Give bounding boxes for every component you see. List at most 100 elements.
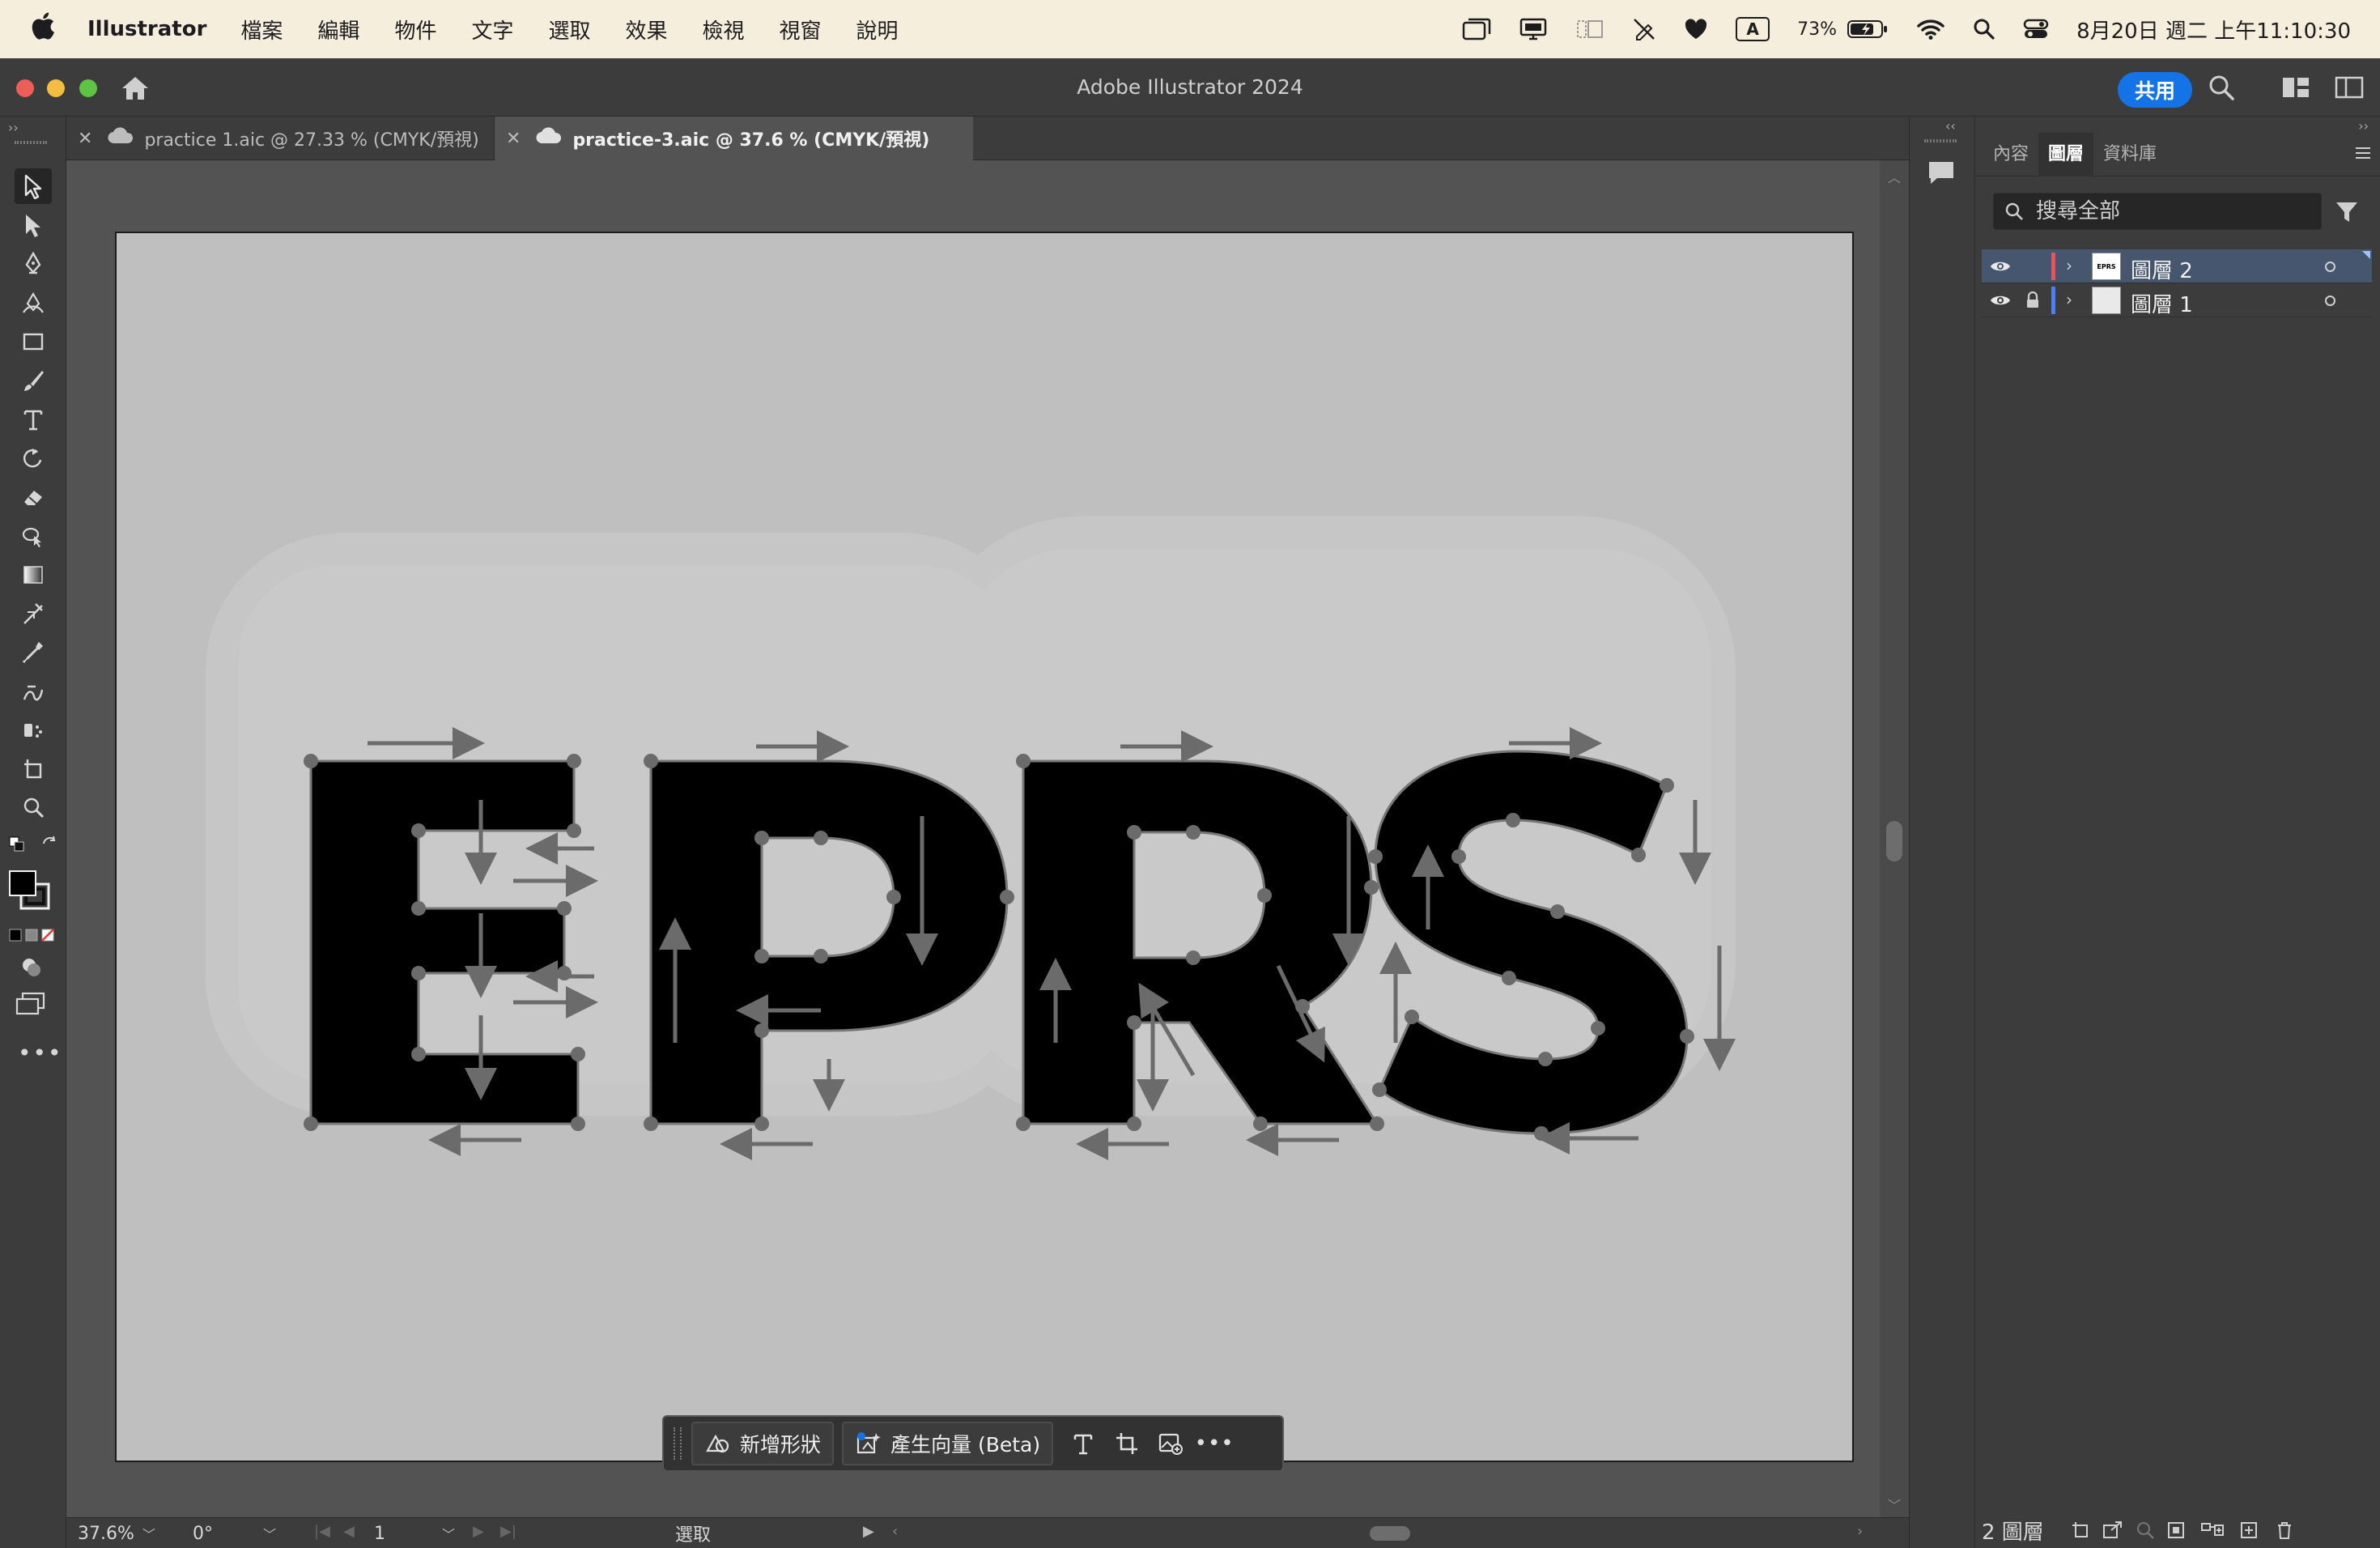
swap-fill-stroke-icon[interactable] [40,836,58,857]
curvature-tool-icon[interactable] [15,285,52,321]
last-artboard-icon[interactable]: ▶| [500,1523,516,1540]
menu-window[interactable]: 視窗 [780,15,822,45]
menu-edit[interactable]: 編輯 [317,15,359,45]
taskbar-grip[interactable] [674,1427,682,1460]
collect-for-export-icon[interactable] [2071,1520,2093,1543]
collapse-toolbar-icon[interactable]: ›› [8,120,19,135]
chevron-down-icon[interactable]: ﹀ [142,1524,155,1543]
vertical-scroll-thumb[interactable] [1886,821,1902,861]
type-tool-icon[interactable] [15,402,52,437]
delete-layer-icon[interactable] [2275,1520,2294,1543]
visibility-eye-icon[interactable] [1990,259,2011,277]
expand-layer-icon[interactable]: › [2066,256,2072,275]
artboard-number-field[interactable]: 1 ﹀ [374,1521,504,1546]
menu-file[interactable]: 檔案 [240,15,283,45]
close-tab-icon[interactable]: ✕ [506,129,521,149]
gradient-tool-icon[interactable] [15,557,52,593]
rotation-field[interactable]: 0° ﹀ [193,1521,314,1546]
spotlight-search-icon[interactable] [1973,18,1995,40]
export-icon[interactable] [2102,1520,2124,1543]
layer-search-input[interactable] [2036,199,2295,223]
battery-icon[interactable] [1847,19,1889,40]
previous-artboard-icon[interactable]: ◀ [343,1523,355,1540]
selection-tool-icon[interactable] [15,168,52,204]
layer-target-icon[interactable] [2325,262,2335,272]
status-menu-arrow-icon[interactable]: ▶ [863,1523,874,1540]
expand-dock-icon[interactable]: ‹‹ [1945,118,1956,134]
menu-app-name[interactable]: Illustrator [87,17,206,41]
chevron-down-icon[interactable]: ﹀ [442,1524,455,1543]
artboard-number-value[interactable]: 1 [374,1524,385,1544]
rectangle-tool-icon[interactable] [15,324,52,359]
visibility-eye-icon[interactable] [1990,293,2011,311]
zoom-field[interactable]: 37.6% ﹀ [78,1521,168,1546]
rotate-tool-icon[interactable] [15,440,52,476]
tab-layers[interactable]: 圖層 [2038,132,2094,176]
create-new-layer-icon[interactable] [2239,1520,2260,1543]
collapse-panel-icon[interactable]: ›› [2358,118,2369,134]
direct-selection-tool-icon[interactable] [15,207,52,243]
default-fill-stroke-icon[interactable] [8,836,26,857]
menu-view[interactable]: 檢視 [703,15,745,45]
menu-help[interactable]: 說明 [856,15,899,45]
eraser-tool-icon[interactable] [15,479,52,515]
artboard[interactable] [115,232,1854,1462]
layer-row[interactable]: › EPRS 圖層 2 [1982,249,2372,283]
pen-tool-icon[interactable] [15,246,52,282]
make-clipping-mask-icon[interactable] [2166,1520,2187,1543]
menu-object[interactable]: 物件 [394,15,436,45]
scroll-right-icon[interactable]: › [1857,1523,1863,1540]
display-icon[interactable] [1519,17,1548,41]
create-sublayer-icon[interactable] [2200,1520,2225,1543]
menu-effect[interactable]: 效果 [625,15,667,45]
tab-properties[interactable]: 內容 [1983,133,2038,176]
artboard-tool-icon[interactable] [15,751,52,787]
heart-icon[interactable] [1684,18,1708,40]
artwork-svg[interactable] [117,233,1852,1461]
search-icon[interactable] [2207,73,2236,105]
crop-icon[interactable] [1105,1422,1149,1465]
screen-mode-icon[interactable] [15,991,47,1019]
mesh-tool-icon[interactable] [15,596,52,632]
document-tab-active[interactable]: ✕ practice-3.aic @ 37.6 % (CMYK/預視) [494,117,973,160]
paintbrush-tool-icon[interactable] [15,363,52,398]
draw-mode-icon[interactable] [19,955,44,983]
dock-grip[interactable] [1924,139,1957,142]
add-image-icon[interactable] [1149,1422,1192,1465]
share-button[interactable]: 共用 [2118,72,2192,108]
more-options-icon[interactable]: ••• [1192,1422,1236,1465]
lock-icon[interactable] [2025,291,2040,313]
zoom-tool-icon[interactable] [15,790,52,826]
document-tab[interactable]: ✕ practice 1.aic @ 27.33 % (CMYK/預視) [66,117,494,160]
layer-name[interactable]: 圖層 1 [2131,288,2193,318]
scroll-up-icon[interactable]: ︿ [1888,167,1901,186]
letter-e[interactable] [309,759,580,1125]
tab-libraries[interactable]: 資料庫 [2093,133,2166,176]
panel-menu-icon[interactable] [2354,146,2372,164]
input-method-icon[interactable]: A [1736,17,1770,41]
layer-search-box[interactable] [1993,193,2322,230]
zoom-value[interactable]: 37.6% [78,1524,134,1544]
horizontal-scroll-thumb[interactable] [1370,1526,1410,1541]
menubar-datetime[interactable]: 8月20日 週二 上午11:10:30 [2076,15,2351,45]
eyedropper-tool-icon[interactable] [15,635,52,670]
rotation-value[interactable]: 0° [193,1524,213,1544]
close-tab-icon[interactable]: ✕ [78,129,92,149]
chevron-down-icon[interactable]: ﹀ [263,1524,276,1543]
fill-stroke-swatch[interactable] [8,870,57,915]
toolbar-grip[interactable] [15,141,47,144]
control-center-icon[interactable] [2023,18,2049,40]
new-shape-button[interactable]: 新增形狀 [691,1422,835,1465]
canvas-area[interactable] [66,160,1880,1517]
window-tiling-icon[interactable] [1575,17,1604,41]
menu-select[interactable]: 選取 [548,15,590,45]
filter-icon[interactable] [2335,201,2359,227]
vertical-scrollbar[interactable]: ︿ ﹀ [1880,160,1909,1517]
menu-type[interactable]: 文字 [471,15,513,45]
apple-logo-icon[interactable] [31,11,55,44]
comments-icon[interactable] [1921,154,1961,191]
symbol-sprayer-tool-icon[interactable] [15,712,52,748]
pen-slash-icon[interactable] [1632,17,1656,41]
shape-builder-tool-icon[interactable] [15,518,52,554]
generate-vector-button[interactable]: 產生向量 (Beta) [842,1422,1054,1465]
